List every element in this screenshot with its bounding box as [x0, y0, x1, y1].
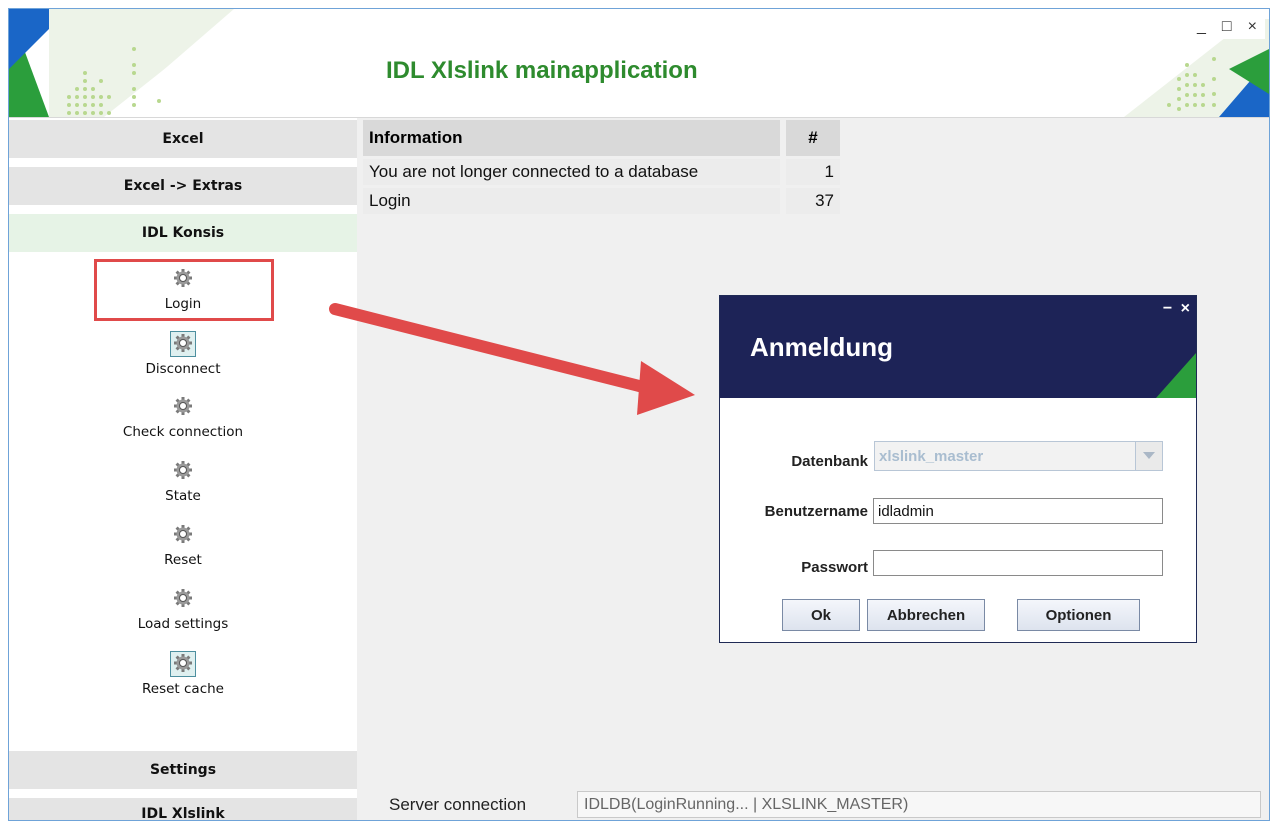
maximize-button[interactable]: □	[1222, 18, 1232, 36]
dialog-minimize-button[interactable]: −	[1163, 300, 1172, 317]
table-cell-info: You are not longer connected to a databa…	[363, 159, 780, 185]
sidebar-section-idl-konsis[interactable]: IDL Konsis	[9, 214, 357, 252]
info-table: Information # You are not longer connect…	[363, 117, 840, 217]
benutzername-label: Benutzername	[764, 503, 868, 520]
sidebar-item-label: Check connection	[122, 424, 244, 440]
table-cell-count: 1	[780, 159, 840, 185]
passwort-field[interactable]	[873, 550, 1163, 576]
table-header-row: Information #	[363, 120, 840, 156]
chevron-down-icon[interactable]	[1135, 442, 1162, 470]
logo-left-graphic	[9, 9, 249, 117]
app-window: IDL Xlslink mainapplication _ □ × Excel …	[8, 8, 1270, 821]
sidebar-item-reset[interactable]: Reset	[9, 520, 357, 580]
benutzername-field[interactable]	[873, 498, 1163, 524]
dialog-title: Anmeldung	[750, 332, 893, 362]
annotation-highlight-box	[94, 259, 274, 321]
dialog-header: Anmeldung − ×	[720, 296, 1196, 398]
server-connection-value: IDLDB(LoginRunning... | XLSLINK_MASTER)	[577, 791, 1261, 818]
sidebar-section-excel[interactable]: Excel	[9, 120, 357, 158]
sidebar-item-label: Reset cache	[142, 681, 224, 697]
dialog-corner-graphic	[1156, 353, 1196, 398]
options-button[interactable]: Optionen	[1017, 599, 1140, 631]
dialog-close-button[interactable]: ×	[1181, 300, 1190, 317]
app-header: IDL Xlslink mainapplication _ □ ×	[9, 9, 1269, 118]
sidebar-item-check-connection[interactable]: Check connection	[9, 392, 357, 452]
sidebar-section-settings[interactable]: Settings	[9, 751, 357, 789]
datenbank-value: xlslink_master	[879, 448, 984, 465]
table-row[interactable]: Login 37	[363, 188, 840, 214]
sidebar-item-disconnect[interactable]: Disconnect	[9, 328, 357, 388]
gear-icon	[170, 459, 196, 485]
sidebar-item-label: State	[165, 488, 201, 504]
sidebar-item-reset-cache[interactable]: Reset cache	[9, 648, 357, 708]
minimize-button[interactable]: _	[1197, 18, 1206, 36]
gear-icon	[170, 523, 196, 549]
gear-icon	[170, 651, 196, 677]
sidebar-item-label: Load settings	[137, 616, 229, 632]
gear-icon	[170, 395, 196, 421]
gear-icon	[170, 331, 196, 357]
window-controls: _ □ ×	[1189, 15, 1265, 39]
server-connection-label: Server connection	[389, 795, 527, 814]
close-button[interactable]: ×	[1248, 18, 1257, 36]
passwort-label: Passwort	[801, 559, 868, 576]
datenbank-select[interactable]: xlslink_master	[874, 441, 1163, 471]
ok-button[interactable]: Ok	[782, 599, 860, 631]
gear-icon	[170, 587, 196, 613]
sidebar-section-excel-extras[interactable]: Excel -> Extras	[9, 167, 357, 205]
app-title: IDL Xlslink mainapplication	[386, 57, 698, 84]
status-bar: Server connection IDLDB(LoginRunning... …	[363, 787, 1267, 819]
sidebar-item-load-settings[interactable]: Load settings	[9, 584, 357, 644]
sidebar: Excel Excel -> Extras IDL Konsis Login D…	[9, 118, 357, 820]
dialog-controls: − ×	[1159, 300, 1190, 318]
sidebar-section-idl-xlslink[interactable]: IDL Xlslink	[9, 798, 357, 820]
datenbank-label: Datenbank	[791, 453, 868, 470]
table-row[interactable]: You are not longer connected to a databa…	[363, 159, 840, 185]
column-header-information: Information	[363, 120, 780, 156]
login-dialog: Anmeldung − × Datenbank xlslink_master B…	[719, 295, 1197, 643]
cancel-button[interactable]: Abbrechen	[867, 599, 985, 631]
table-cell-info: Login	[363, 188, 780, 214]
table-cell-count: 37	[780, 188, 840, 214]
sidebar-item-label: Disconnect	[145, 361, 221, 377]
sidebar-item-label: Reset	[164, 552, 202, 568]
column-header-count: #	[780, 120, 840, 156]
sidebar-item-state[interactable]: State	[9, 456, 357, 516]
